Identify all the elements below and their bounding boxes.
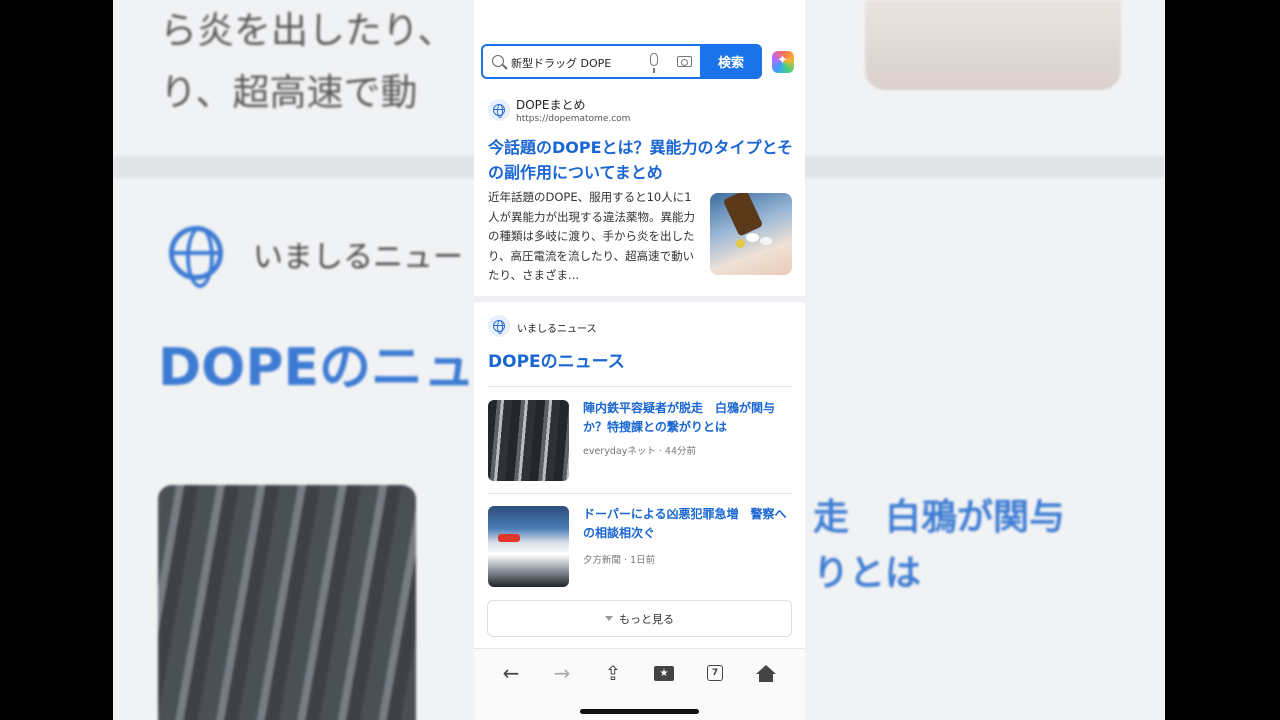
bg-snippet-line: ら炎を出したり、 <box>160 9 455 52</box>
microphone-icon[interactable] <box>650 53 658 73</box>
news-item-meta: everydayネット · 44分前 <box>583 443 696 457</box>
news-publisher: everydayネット <box>583 446 656 457</box>
bookmarks-icon[interactable]: ★ <box>652 661 676 685</box>
news-item-title[interactable]: ドーパーによる凶悪犯罪急増 警察への相談相次ぐ <box>583 505 793 543</box>
news-source[interactable]: いましるニュース <box>517 320 597 335</box>
news-heading[interactable]: DOPEのニュース <box>488 347 625 372</box>
show-more-label: もっと見る <box>619 612 674 626</box>
bg-thumbnail <box>865 0 1121 90</box>
tab-count: 7 <box>707 665 723 681</box>
globe-icon <box>488 315 510 337</box>
news-item-meta: 夕方新聞 · 1日前 <box>583 552 655 566</box>
news-thumbnail[interactable] <box>488 506 569 587</box>
bg-snippet-line: り、超高速で動 <box>160 71 418 114</box>
divider <box>488 386 792 387</box>
search-input[interactable]: 新型ドラッグ DOPE <box>511 55 611 71</box>
search-bar[interactable]: 新型ドラッグ DOPE 検索 <box>481 44 762 79</box>
home-icon[interactable] <box>754 661 778 685</box>
news-time: 44分前 <box>664 446 696 457</box>
screen: ら炎を出したり、 り、超高速で動 いましるニュー DOPEのニュ 走 白鴉が関与… <box>0 0 1280 720</box>
ai-assistant-icon[interactable] <box>772 51 794 73</box>
show-more-button[interactable]: もっと見る <box>487 600 792 637</box>
divider <box>488 493 792 494</box>
result-site-url: https://dopematome.com <box>516 114 631 124</box>
bg-globe-icon <box>169 226 223 288</box>
result-thumbnail[interactable] <box>710 193 792 275</box>
news-publisher: 夕方新聞 <box>583 555 622 566</box>
bg-news-title: 走 白鴉が関与 りとは <box>813 490 1065 602</box>
share-icon[interactable]: ⇪ <box>601 661 625 685</box>
search-button[interactable]: 検索 <box>700 44 762 79</box>
bg-news-title-line: りとは <box>813 553 922 594</box>
bg-news-photo <box>158 485 416 720</box>
forward-arrow-icon[interactable]: → <box>550 661 574 685</box>
bg-snippet: ら炎を出したり、 り、超高速で動 <box>160 0 455 124</box>
news-thumbnail[interactable] <box>488 400 569 481</box>
news-time: 1日前 <box>630 555 656 566</box>
section-divider <box>474 296 805 302</box>
globe-icon <box>488 99 510 121</box>
result-snippet: 近年話題のDOPE、服用すると10人に1人が異能力が出現する違法薬物。異能力の種… <box>488 190 695 282</box>
bg-news-title-line: 走 白鴉が関与 <box>813 497 1066 538</box>
camera-icon[interactable] <box>677 56 692 67</box>
phone-screen: 新型ドラッグ DOPE 検索 DOPEまとめ https://dopematom… <box>474 0 805 720</box>
home-indicator[interactable] <box>580 709 699 714</box>
bg-news-source: いましるニュー <box>253 240 463 275</box>
tabs-icon[interactable]: 7 <box>703 661 727 685</box>
caret-down-icon <box>605 616 613 621</box>
search-icon <box>492 55 504 67</box>
bg-news-heading: DOPEのニュ <box>158 338 476 398</box>
news-item-title[interactable]: 陣内鉄平容疑者が脱走 白鴉が関与か？特捜課との繋がりとは <box>583 399 793 437</box>
back-arrow-icon[interactable]: ← <box>499 661 523 685</box>
result-site-name[interactable]: DOPEまとめ <box>516 96 586 113</box>
result-title-link[interactable]: 今話題のDOPEとは？異能力のタイプとその副作用についてまとめ <box>488 135 798 185</box>
